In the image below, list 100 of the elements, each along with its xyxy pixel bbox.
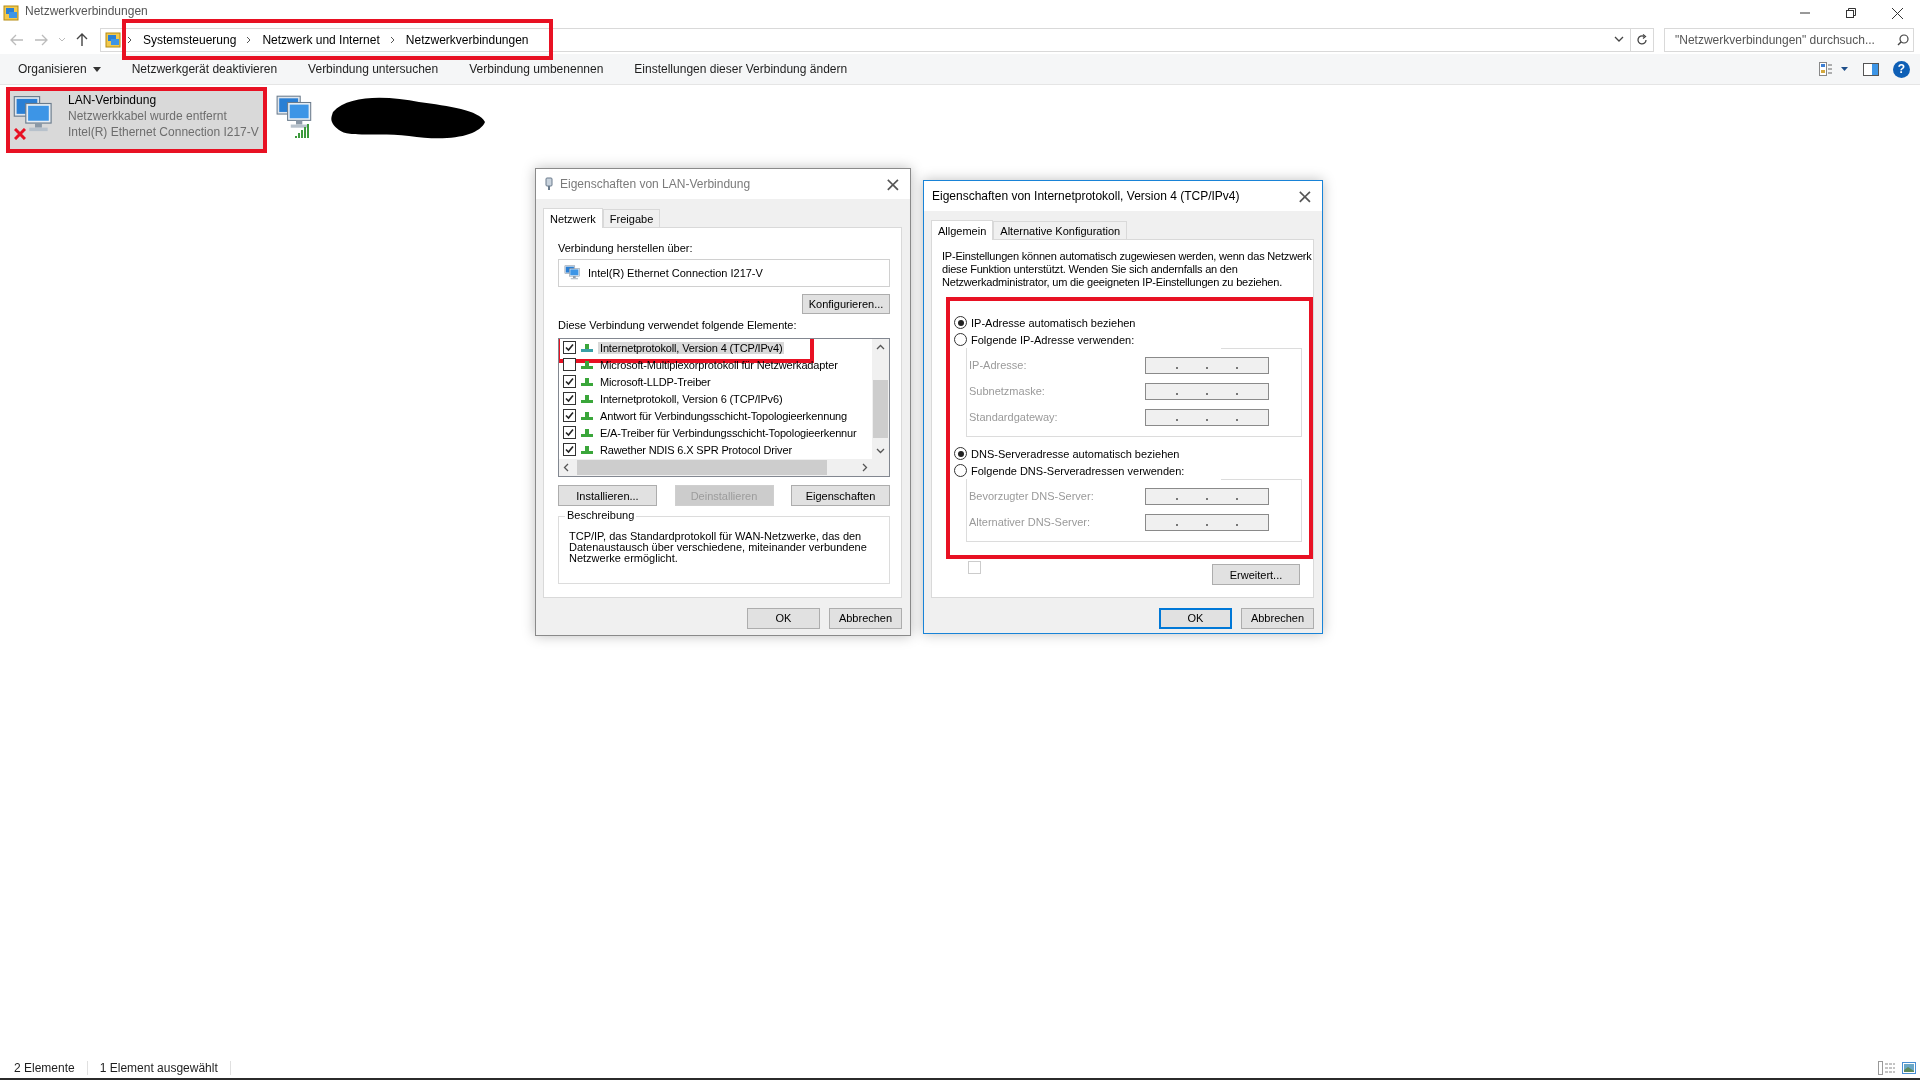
status-text: 1 Element ausgewählt: [99, 1061, 218, 1075]
toolbar-button[interactable]: Verbindung untersuchen: [298, 56, 449, 82]
checkbox[interactable]: [563, 426, 576, 439]
dialog-title: Eigenschaften von LAN-Verbindung: [560, 177, 751, 191]
toolbar-button[interactable]: Organisieren: [8, 56, 111, 82]
close-button[interactable]: ×: [876, 169, 910, 199]
radio-label: IP-Adresse automatisch beziehen: [971, 316, 1136, 329]
signal-icon: [294, 124, 311, 138]
radio-button[interactable]: [954, 464, 967, 477]
dialog-button[interactable]: Eigenschaften: [791, 485, 890, 506]
radio-button[interactable]: [954, 333, 967, 346]
field-label: IP-Adresse:: [969, 359, 1028, 371]
intro-text: IP-Einstellungen können automatisch zugewiesen werden, wenn das Netzwerk diese Funktion unterstützt. Wenden Sie sich andernfalls an den Netzwerkadministrator, um die geeigneten IP-Einstellungen zu beziehen.: [942, 250, 1313, 289]
list-item[interactable]: E/A-Treiber für Verbindungsschicht-Topologieerkennur: [598, 426, 859, 439]
checkbox[interactable]: [563, 443, 576, 456]
list-item[interactable]: Rawether NDIS 6.X SPR Protocol Driver: [598, 443, 794, 456]
checkbox[interactable]: [563, 341, 576, 354]
breadcrumb[interactable]: Netzwerk und Internet: [258, 33, 384, 47]
checkbox[interactable]: [563, 409, 576, 422]
list-item[interactable]: Microsoft-LLDP-Treiber: [598, 375, 713, 388]
chevron-icon: [246, 36, 253, 44]
dialog-title: Eigenschaften von Internetprotokoll, Version 4 (TCP/IPv4): [932, 189, 1240, 203]
protocol-icon: [581, 444, 593, 455]
ip-address-field[interactable]: [1145, 382, 1269, 400]
connection-name: LAN-Verbindung: [68, 92, 158, 108]
horizontal-scrollbar[interactable]: [559, 459, 889, 476]
checkbox[interactable]: [563, 375, 576, 388]
radio-label: DNS-Serveradresse automatisch beziehen: [971, 447, 1180, 460]
radio-label: Folgende IP-Adresse verwenden:: [971, 333, 1135, 346]
radio-label: Folgende DNS-Serveradressen verwenden:: [971, 464, 1185, 477]
breadcrumb[interactable]: Netzwerkverbindungen: [401, 33, 533, 47]
list-label: Diese Verbindung verwendet folgende Elemente:: [558, 318, 798, 332]
adapter-field: Intel(R) Ethernet Connection I217-V: [558, 259, 890, 287]
dialog-button[interactable]: OK: [747, 607, 820, 629]
toolbar-button[interactable]: Verbindung umbenennen: [459, 56, 614, 82]
large-icons-view-icon[interactable]: [1902, 1062, 1916, 1074]
ip-address-field[interactable]: [1145, 513, 1269, 531]
protocol-icon: [581, 410, 593, 421]
radio-button[interactable]: [954, 316, 967, 329]
checkbox[interactable]: [563, 358, 576, 371]
radio-button[interactable]: [954, 447, 967, 460]
protocol-icon: [581, 342, 593, 353]
up-arrow-icon[interactable]: [76, 33, 88, 47]
view-options-icon[interactable]: [1819, 62, 1849, 76]
scroll-down-icon[interactable]: [876, 448, 885, 454]
network-adapter-icon: [564, 264, 582, 282]
details-view-icon[interactable]: [1878, 1061, 1896, 1075]
dialog-button[interactable]: Installieren...: [558, 485, 657, 506]
checkbox[interactable]: [563, 392, 576, 405]
list-item[interactable]: Antwort für Verbindungsschicht-Topologieerkennung: [598, 409, 850, 422]
protocol-icon: [581, 393, 593, 404]
help-button[interactable]: ?: [1893, 60, 1910, 78]
app-icon: [3, 5, 19, 21]
list-item[interactable]: Internetprotokoll, Version 6 (TCP/IPv6): [598, 392, 785, 405]
dialog-button[interactable]: Abbrechen: [1241, 607, 1314, 629]
scroll-up-icon[interactable]: [876, 344, 885, 350]
description-text: TCP/IP, das Standardprotokoll für WAN-Netzwerke, das den Datenaustausch über verschiedene, miteinander verbundene Netzwerke ermöglicht.: [569, 531, 868, 564]
close-button[interactable]: ×: [1288, 181, 1322, 211]
protocol-icon: [581, 376, 593, 387]
folder-network-icon: [105, 32, 121, 48]
chevron-icon: [127, 36, 133, 44]
group-title: Beschreibung: [565, 509, 637, 521]
restore-icon: [1846, 8, 1856, 18]
status-text: 2 Elemente: [14, 1061, 75, 1075]
field-label: Subnetzmaske:: [969, 385, 1046, 397]
search-field[interactable]: "Netzwerkverbindungen" durchsuch...: [1664, 28, 1914, 52]
dialog-button[interactable]: Abbrechen: [829, 607, 902, 629]
network-plug-icon: [544, 177, 554, 191]
ip-address-field[interactable]: [1145, 356, 1269, 374]
address-bar[interactable]: Systemsteuerung Netzwerk und Internet Netzwerkverbindungen: [100, 28, 1654, 52]
scroll-right-icon[interactable]: [862, 463, 868, 473]
toolbar-button[interactable]: Einstellungen dieser Verbindung ändern: [624, 56, 858, 82]
list-item[interactable]: Internetprotokoll, Version 4 (TCP/IPv4): [598, 341, 785, 354]
toolbar-button[interactable]: Netzwerkgerät deaktivieren: [121, 56, 288, 82]
tab[interactable]: Alternative Konfiguration: [993, 221, 1128, 239]
ip-address-field[interactable]: [1145, 487, 1269, 505]
connection-status: Netzwerkkabel wurde entfernt: [68, 108, 228, 124]
field-label: Bevorzugter DNS-Server:: [969, 490, 1095, 502]
configure-button[interactable]: Konfigurieren...: [802, 294, 890, 314]
tab[interactable]: Freigabe: [602, 209, 661, 227]
advanced-button[interactable]: Erweitert...: [1212, 564, 1300, 585]
window-title: Netzwerkverbindungen: [25, 4, 148, 18]
chevron-icon: [389, 36, 396, 44]
connection-device: Intel(R) Ethernet Connection I217-V: [68, 124, 259, 140]
refresh-icon: [1636, 34, 1648, 46]
tab[interactable]: Allgemein: [931, 220, 994, 240]
field-label: Alternativer DNS-Server:: [969, 516, 1092, 528]
dialog-button[interactable]: OK: [1159, 607, 1232, 629]
tab[interactable]: Netzwerk: [543, 208, 603, 228]
breadcrumb[interactable]: Systemsteuerung: [139, 33, 241, 47]
search-icon: [1897, 34, 1909, 46]
vertical-scrollbar[interactable]: [872, 339, 889, 459]
protocol-icon: [581, 359, 593, 370]
ip-address-field[interactable]: [1145, 408, 1269, 426]
close-icon: [1891, 7, 1903, 19]
scroll-left-icon[interactable]: [563, 463, 569, 473]
field-label: Standardgateway:: [969, 411, 1059, 423]
connection-item[interactable]: LAN-Verbindung Netzwerkkabel wurde entfernt Intel(R) Ethernet Connection I217-V: [8, 89, 265, 151]
preview-pane-icon[interactable]: [1863, 62, 1879, 76]
protocol-icon: [581, 427, 593, 438]
